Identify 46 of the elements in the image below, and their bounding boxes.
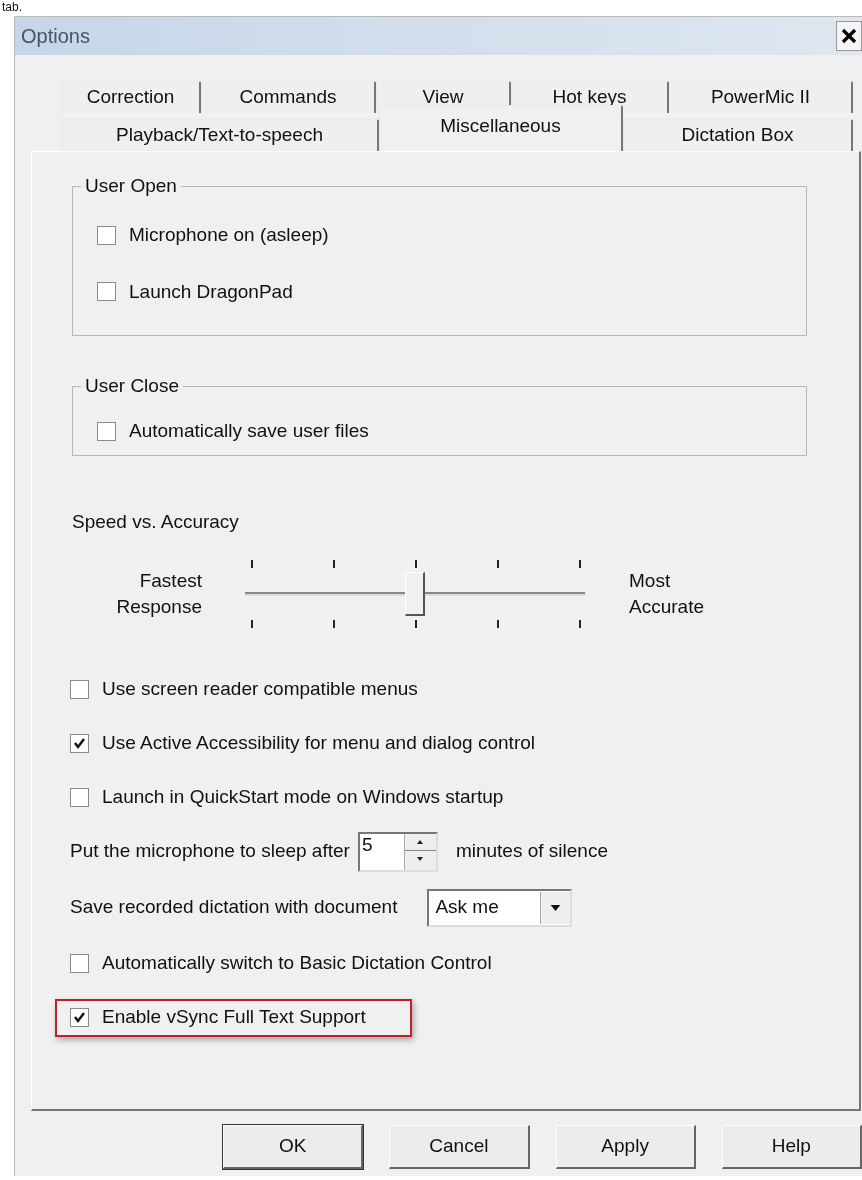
- checkbox-label: Launch DragonPad: [129, 279, 293, 304]
- tab[interactable]: Commands: [201, 81, 376, 113]
- tab[interactable]: Correction: [61, 81, 201, 113]
- checkbox-label: Use screen reader compatible menus: [102, 677, 418, 702]
- checkbox[interactable]: [97, 421, 116, 441]
- dialog-button[interactable]: Help: [721, 1125, 862, 1169]
- checkbox[interactable]: [97, 225, 116, 245]
- checkbox-label: Microphone on (asleep): [129, 223, 329, 247]
- checkbox-label: Use Active Accessibility for menu and dialog control: [102, 731, 535, 756]
- tab[interactable]: Miscellaneous: [379, 105, 623, 151]
- tab[interactable]: Dictation Box: [623, 119, 853, 151]
- checkbox-label: Enable vSync Full Text Support: [102, 1005, 366, 1030]
- dropdown-field[interactable]: Ask me: [427, 888, 573, 927]
- section-label: Speed vs. Accuracy: [72, 510, 240, 534]
- tab[interactable]: Playback/Text-to-speech: [61, 119, 379, 151]
- up-arrow-icon: [417, 839, 424, 844]
- field-suffix: minutes of silence: [455, 839, 608, 864]
- checkbox[interactable]: [70, 734, 89, 753]
- window-title: Options: [20, 24, 90, 49]
- slider-left-label: Fastest Response: [115, 568, 202, 619]
- checkbox-label: Launch in QuickStart mode on Windows startup: [102, 785, 504, 810]
- dialog-button[interactable]: Cancel: [389, 1125, 530, 1169]
- close-button[interactable]: [836, 21, 862, 51]
- checkbox-label: Automatically save user files: [129, 419, 369, 443]
- dialog-button[interactable]: Apply: [555, 1125, 696, 1169]
- slider-thumb[interactable]: [405, 571, 425, 616]
- field-label: Save recorded dictation with document: [70, 895, 398, 920]
- dialog-button[interactable]: OK: [223, 1125, 364, 1169]
- spin-value: 5: [360, 833, 374, 857]
- checkmark-icon: [73, 737, 86, 750]
- spin-field[interactable]: 5: [357, 831, 438, 872]
- dropdown-value: Ask me: [434, 895, 500, 920]
- field-label: Put the microphone to sleep after: [70, 839, 350, 864]
- checkbox[interactable]: [70, 1008, 89, 1027]
- slider-right-label: Most Accurate: [629, 568, 705, 619]
- close-icon: [841, 28, 857, 44]
- checkbox[interactable]: [97, 282, 116, 302]
- checkbox[interactable]: [70, 788, 89, 807]
- checkbox[interactable]: [70, 680, 89, 699]
- tab[interactable]: PowerMic II: [669, 81, 853, 113]
- checkbox[interactable]: [70, 954, 89, 973]
- down-arrow-icon: [417, 857, 424, 861]
- checkbox-label: Automatically switch to Basic Dictation Control: [102, 951, 492, 976]
- caption-text: tab.: [1, 0, 22, 14]
- checkmark-icon: [73, 1011, 86, 1024]
- spin-arrows[interactable]: [403, 833, 436, 870]
